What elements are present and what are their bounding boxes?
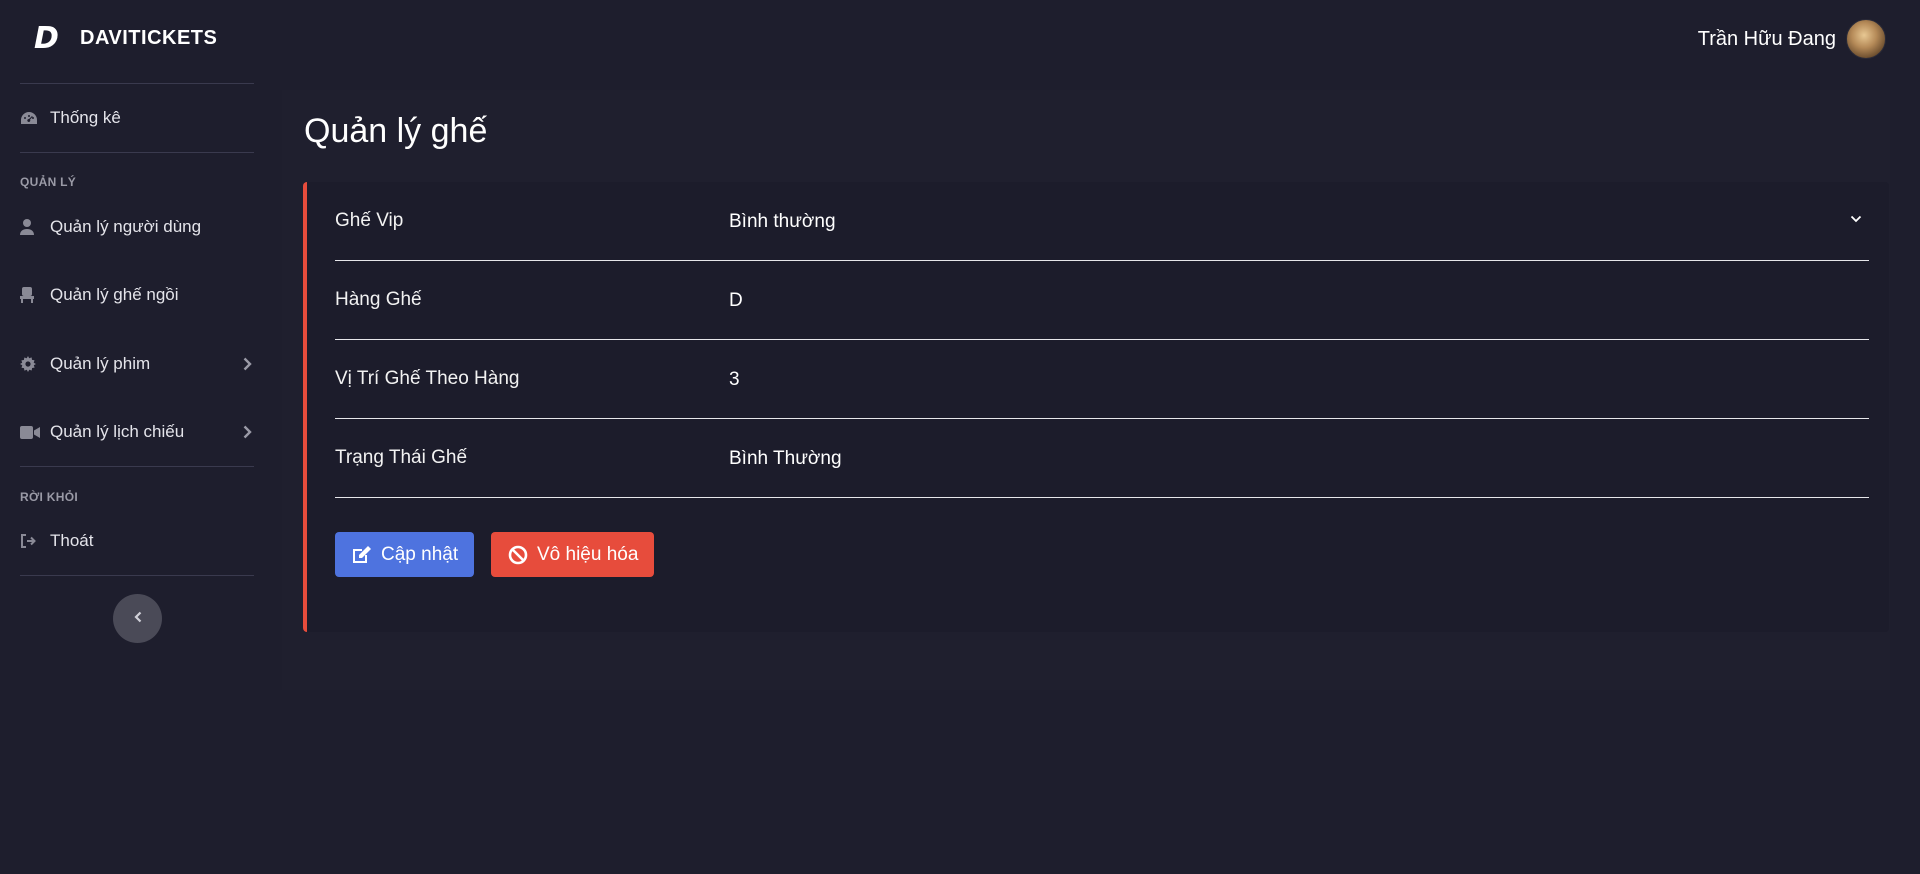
update-button-label: Cập nhật: [381, 543, 459, 565]
ban-icon: [507, 544, 529, 566]
sidebar-toggle-button[interactable]: [113, 594, 162, 643]
sidebar-item-label: Thống kê: [50, 108, 121, 127]
update-button[interactable]: Cập nhật: [335, 532, 475, 577]
seat-position-input[interactable]: 3: [729, 369, 740, 391]
field-label: Vị Trí Ghế Theo Hàng: [335, 368, 520, 389]
sidebar-divider: [20, 575, 254, 576]
field-label: Ghế Vip: [335, 210, 404, 231]
sidebar-item-label: Quản lý người dùng: [50, 217, 202, 236]
sidebar-divider: [20, 466, 254, 467]
sidebar-item-showtimes[interactable]: Quản lý lịch chiếu: [20, 414, 254, 450]
sidebar-item-seats[interactable]: Quản lý ghế ngồi: [20, 277, 254, 313]
sidebar-heading-leave: RỜI KHỎI: [20, 490, 78, 504]
tachometer-icon: [20, 111, 50, 125]
sidebar-heading-manage: QUẢN LÝ: [20, 175, 77, 189]
chevron-right-icon: [240, 357, 254, 371]
sign-out-icon: [20, 534, 50, 548]
field-seat-position[interactable]: Vị Trí Ghế Theo Hàng 3: [335, 340, 1869, 419]
chevron-down-icon[interactable]: [1849, 212, 1863, 226]
disable-button[interactable]: Vô hiệu hóa: [491, 532, 655, 577]
page-title: Quản lý ghế: [304, 112, 488, 150]
seat-status-value: Bình Thường: [729, 448, 842, 469]
user-name: Trần Hữu Đang: [1697, 27, 1836, 50]
sidebar-divider: [20, 83, 254, 84]
brand-logo: D: [34, 20, 59, 56]
brand-name: DAVITICKETS: [80, 26, 218, 49]
field-vip-seat[interactable]: Ghế Vip Bình thường: [335, 182, 1869, 261]
sidebar-item-label: Thoát: [50, 531, 94, 550]
brand[interactable]: D DAVITICKETS: [34, 16, 217, 60]
chevron-left-icon: [133, 610, 142, 628]
user-menu[interactable]: Trần Hữu Đang: [1698, 18, 1886, 60]
sidebar-item-label: Quản lý phim: [50, 354, 151, 373]
field-label: Trạng Thái Ghế: [335, 447, 468, 468]
seat-row-input[interactable]: D: [729, 290, 743, 312]
field-label: Hàng Ghế: [335, 289, 422, 310]
sidebar-item-logout[interactable]: Thoát: [20, 523, 254, 559]
field-seat-status: Trạng Thái Ghế Bình Thường: [335, 419, 1869, 498]
sidebar-item-label: Quản lý ghế ngồi: [50, 285, 179, 304]
user-icon: [20, 219, 50, 235]
vip-seat-select[interactable]: Bình thường: [729, 211, 836, 233]
sidebar-item-dashboard[interactable]: Thống kê: [20, 100, 254, 136]
edit-icon: [351, 544, 373, 566]
avatar[interactable]: [1846, 19, 1886, 59]
chair-icon: [20, 287, 50, 303]
sidebar-item-users[interactable]: Quản lý người dùng: [20, 209, 254, 245]
gear-icon: [20, 356, 50, 372]
sidebar: D DAVITICKETS Thống kê QUẢN LÝ Quản lý n…: [0, 0, 274, 874]
field-seat-row[interactable]: Hàng Ghế D: [335, 261, 1869, 340]
chevron-right-icon: [240, 425, 254, 439]
video-camera-icon: [20, 425, 50, 439]
sidebar-divider: [20, 152, 254, 153]
disable-button-label: Vô hiệu hóa: [537, 543, 639, 565]
seat-form-card: Ghế Vip Bình thường Hàng Ghế D Vị Trí Gh…: [303, 182, 1889, 632]
sidebar-item-movies[interactable]: Quản lý phim: [20, 346, 254, 382]
sidebar-item-label: Quản lý lịch chiếu: [50, 422, 185, 441]
